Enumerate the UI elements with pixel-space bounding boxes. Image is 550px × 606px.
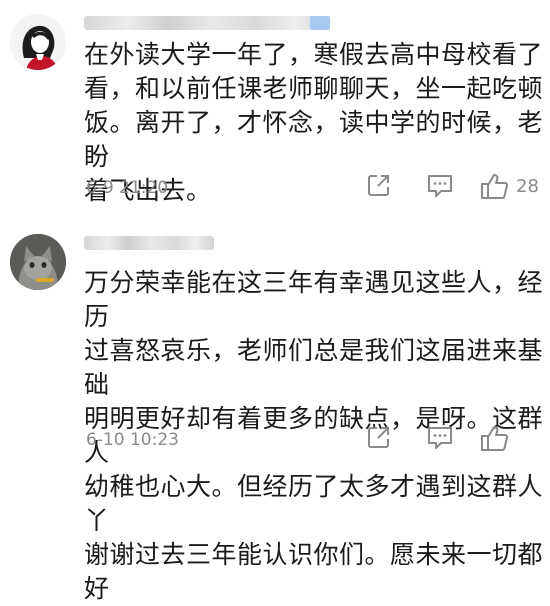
comment-timestamp: 6-9 21:20: [86, 178, 169, 198]
comment-line: 谢谢过去三年能认识你们。愿未来一切都好: [84, 540, 544, 603]
comment-line: 在外读大学一年了，寒假去高中母校看了: [84, 40, 544, 69]
like-count: 28: [516, 176, 539, 197]
comment-actions: 28: [350, 172, 550, 202]
cat-avatar-icon: [10, 234, 66, 290]
comment-icon[interactable]: [426, 424, 454, 450]
comment-item-1: 在外读大学一年了，寒假去高中母校看了 看，和以前任课老师聊聊天，坐一起吃顿 饭。…: [0, 0, 550, 214]
comment-actions: [350, 424, 550, 454]
share-icon[interactable]: [366, 424, 392, 450]
like-icon[interactable]: [480, 172, 510, 200]
comment-line: 过喜怒哀乐，老师们总是我们这届进来基础: [84, 336, 544, 399]
username-redacted[interactable]: [84, 236, 214, 250]
comment-item-2: 万分荣幸能在这三年有幸遇见这些人，经历 过喜怒哀乐，老师们总是我们这届进来基础 …: [0, 214, 550, 603]
avatar[interactable]: [10, 234, 66, 290]
comment-line: 万分荣幸能在这三年有幸遇见这些人，经历: [84, 268, 544, 331]
comment-line: 幼稚也心大。但经历了太多才遇到这群人丫: [84, 472, 544, 535]
username-redacted[interactable]: [84, 16, 330, 30]
avatar[interactable]: [10, 14, 66, 70]
comment-icon[interactable]: [426, 172, 454, 198]
comment-line: 饭。离开了，才怀念，读中学的时候，老盼: [84, 108, 544, 171]
share-icon[interactable]: [366, 172, 392, 198]
comment-timestamp: 6-10 10:23: [86, 430, 179, 450]
like-icon[interactable]: [480, 424, 510, 452]
cartoon-girl-avatar-icon: [10, 14, 66, 70]
comment-line: 看，和以前任课老师聊聊天，坐一起吃顿: [84, 74, 544, 103]
